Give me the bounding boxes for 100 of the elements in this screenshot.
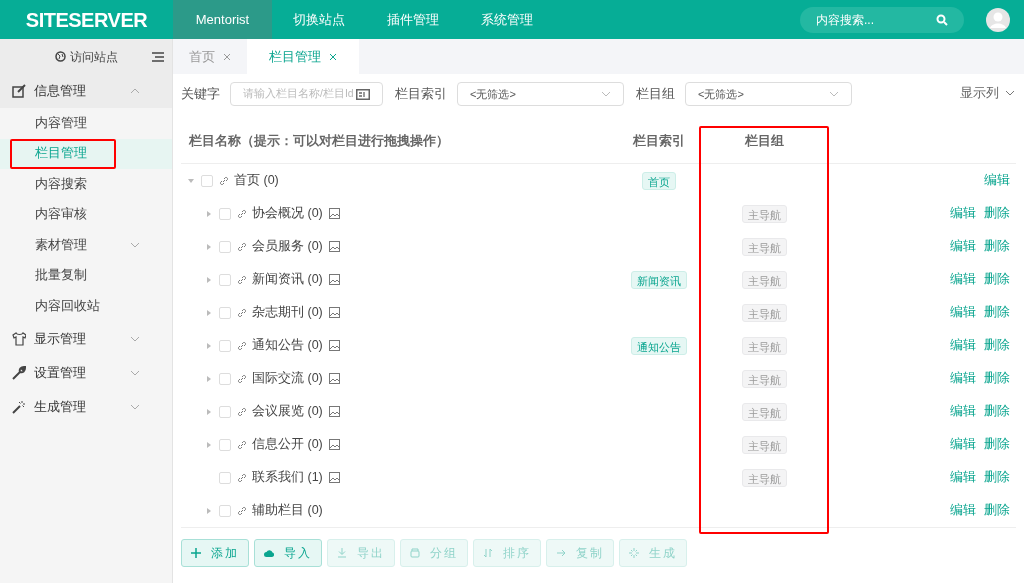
- tab[interactable]: 首页: [173, 39, 247, 74]
- caret-right-icon[interactable]: [205, 374, 213, 383]
- sidebar-item[interactable]: 内容搜索: [0, 169, 172, 200]
- checkbox[interactable]: [219, 438, 231, 451]
- columns-dropdown[interactable]: 显示列: [960, 84, 1015, 103]
- category-name[interactable]: 联系我们 (1): [252, 468, 323, 487]
- link-icon: [219, 175, 229, 186]
- category-name[interactable]: 信息公开 (0): [252, 435, 323, 454]
- caret-right-icon[interactable]: [205, 275, 213, 284]
- category-name[interactable]: 会员服务 (0): [252, 237, 323, 256]
- action-link[interactable]: 删除: [984, 270, 1010, 289]
- checkbox[interactable]: [219, 207, 231, 220]
- checkbox[interactable]: [219, 273, 231, 286]
- action-link[interactable]: 删除: [984, 303, 1010, 322]
- action-link[interactable]: 编辑: [950, 468, 976, 487]
- checkbox[interactable]: [219, 405, 231, 418]
- action-link[interactable]: 编辑: [984, 171, 1010, 190]
- keyword-field[interactable]: 请输入栏目名称/栏目Id: [230, 82, 383, 106]
- caret-right-icon[interactable]: [205, 341, 213, 350]
- action-link[interactable]: 删除: [984, 204, 1010, 223]
- group-tag: 主导航: [741, 402, 787, 421]
- caret-right-icon[interactable]: [205, 242, 213, 251]
- search-field[interactable]: 内容搜索...: [800, 6, 964, 33]
- sidebar-group[interactable]: 显示管理: [0, 321, 172, 356]
- expand-icon: [829, 91, 839, 97]
- category-name[interactable]: 辅助栏目 (0): [252, 501, 323, 520]
- link-icon: [237, 340, 247, 351]
- checkbox[interactable]: [219, 306, 231, 319]
- action-link[interactable]: 删除: [984, 435, 1010, 454]
- action-link[interactable]: 编辑: [950, 435, 976, 454]
- select-value: <无筛选>: [698, 86, 744, 102]
- checkbox[interactable]: [219, 240, 231, 253]
- link-icon: [237, 373, 247, 384]
- caret-down-icon[interactable]: [187, 176, 195, 185]
- expand-icon: [601, 91, 611, 97]
- caret-right-icon[interactable]: [205, 440, 213, 449]
- category-name[interactable]: 首页 (0): [234, 171, 279, 190]
- tab[interactable]: 栏目管理: [247, 39, 359, 74]
- action-link[interactable]: 编辑: [950, 270, 976, 289]
- sparkle-icon: [629, 548, 639, 558]
- menu-icon[interactable]: [152, 52, 164, 62]
- action-link[interactable]: 编辑: [950, 204, 976, 223]
- group-tag: 主导航: [741, 303, 787, 322]
- checkbox[interactable]: [219, 372, 231, 385]
- sidebar-item[interactable]: 内容回收站: [0, 291, 172, 322]
- toolbar-button[interactable]: 导入: [254, 539, 322, 567]
- action-link[interactable]: 编辑: [950, 402, 976, 421]
- link-icon: [237, 307, 247, 318]
- sidebar-item[interactable]: 素材管理: [0, 230, 172, 261]
- action-link[interactable]: 删除: [984, 402, 1010, 421]
- category-name[interactable]: 杂志期刊 (0): [252, 303, 323, 322]
- download-icon: [337, 548, 347, 558]
- sidebar-item[interactable]: 内容管理: [0, 108, 172, 139]
- select-field[interactable]: <无筛选>: [457, 82, 624, 106]
- action-link[interactable]: 编辑: [950, 237, 976, 256]
- sidebar-item[interactable]: 栏目管理: [0, 138, 172, 169]
- action-link[interactable]: 删除: [984, 501, 1010, 520]
- sidebar-group[interactable]: 生成管理: [0, 389, 172, 424]
- group-tag: 主导航: [741, 237, 787, 256]
- link-icon: [237, 472, 247, 483]
- index-tag: 通知公告: [631, 336, 687, 355]
- nav-tab[interactable]: 插件管理: [366, 0, 460, 39]
- category-name[interactable]: 新闻资讯 (0): [252, 270, 323, 289]
- select-value: <无筛选>: [470, 86, 516, 102]
- checkbox[interactable]: [219, 471, 231, 484]
- visit-site-label: 访问站点: [69, 48, 118, 66]
- category-name[interactable]: 国际交流 (0): [252, 369, 323, 388]
- caret-right-icon[interactable]: [205, 209, 213, 218]
- caret-right-icon[interactable]: [205, 308, 213, 317]
- index-tag: 首页: [642, 171, 676, 190]
- action-link[interactable]: 编辑: [950, 501, 976, 520]
- toolbar-button[interactable]: 添加: [181, 539, 249, 567]
- link-icon: [237, 439, 247, 450]
- nav-tab[interactable]: Mentorist: [173, 0, 272, 39]
- sidebar-item[interactable]: 内容审核: [0, 199, 172, 230]
- sort-icon: [483, 548, 493, 558]
- checkbox[interactable]: [219, 339, 231, 352]
- caret-right-icon[interactable]: [205, 506, 213, 515]
- column-header: 栏目名称（提示：可以对栏目进行拖拽操作）: [188, 133, 450, 151]
- sidebar-group[interactable]: 信息管理: [0, 74, 172, 108]
- action-link[interactable]: 删除: [984, 468, 1010, 487]
- caret-right-icon[interactable]: [205, 407, 213, 416]
- action-link[interactable]: 删除: [984, 369, 1010, 388]
- sidebar-item[interactable]: 批量复制: [0, 260, 172, 291]
- nav-tab[interactable]: 切换站点: [272, 0, 366, 39]
- checkbox[interactable]: [219, 504, 231, 517]
- sidebar-group[interactable]: 设置管理: [0, 355, 172, 390]
- category-name[interactable]: 协会概况 (0): [252, 204, 323, 223]
- action-link[interactable]: 删除: [984, 336, 1010, 355]
- category-name[interactable]: 会议展览 (0): [252, 402, 323, 421]
- category-name[interactable]: 通知公告 (0): [252, 336, 323, 355]
- select-field[interactable]: <无筛选>: [685, 82, 852, 106]
- action-link[interactable]: 编辑: [950, 303, 976, 322]
- checkbox[interactable]: [201, 174, 213, 187]
- action-link[interactable]: 编辑: [950, 336, 976, 355]
- keyword-placeholder: 请输入栏目名称/栏目Id: [243, 86, 354, 102]
- action-link[interactable]: 删除: [984, 237, 1010, 256]
- group-tag: 主导航: [741, 435, 787, 454]
- action-link[interactable]: 编辑: [950, 369, 976, 388]
- nav-tab[interactable]: 系统管理: [460, 0, 554, 39]
